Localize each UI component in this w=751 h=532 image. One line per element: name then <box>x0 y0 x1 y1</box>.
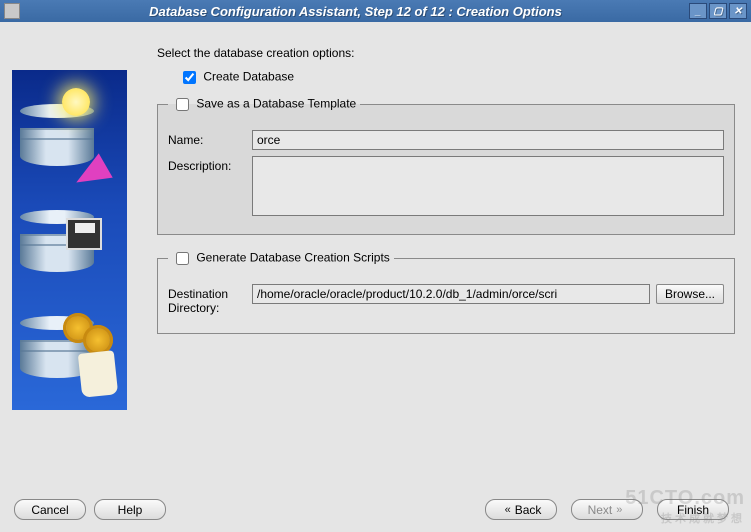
sql-scroll-icon <box>78 350 118 398</box>
window-title: Database Configuration Assistant, Step 1… <box>24 4 687 19</box>
generate-scripts-legend-label: Generate Database Creation Scripts <box>196 251 389 265</box>
minimize-button[interactable]: _ <box>689 3 707 19</box>
save-template-legend-label: Save as a Database Template <box>196 97 356 111</box>
generate-scripts-checkbox[interactable] <box>176 252 189 265</box>
browse-button[interactable]: Browse... <box>656 284 724 304</box>
close-button[interactable]: ✕ <box>729 3 747 19</box>
chevron-right-icon: » <box>616 504 622 516</box>
finish-button[interactable]: Finish <box>657 499 729 520</box>
gear-icon <box>86 328 110 352</box>
save-template-group: Save as a Database Template Name: Descri… <box>157 95 735 235</box>
next-button[interactable]: Next» <box>571 499 643 520</box>
create-database-label: Create Database <box>203 70 294 84</box>
cancel-button[interactable]: Cancel <box>14 499 86 520</box>
template-desc-textarea[interactable] <box>252 156 724 216</box>
floppy-icon <box>66 218 102 250</box>
content-area: Select the database creation options: Cr… <box>0 22 751 467</box>
app-icon <box>4 3 20 19</box>
template-name-input[interactable] <box>252 130 724 150</box>
titlebar: Database Configuration Assistant, Step 1… <box>0 0 751 22</box>
chevron-left-icon: « <box>505 504 511 516</box>
help-button[interactable]: Help <box>94 499 166 520</box>
generate-scripts-legend: Generate Database Creation Scripts <box>168 249 394 268</box>
save-template-checkbox[interactable] <box>176 98 189 111</box>
create-database-checkbox[interactable] <box>183 71 196 84</box>
create-database-option: Create Database <box>179 68 735 87</box>
template-desc-label: Description: <box>168 156 252 173</box>
dest-dir-input[interactable] <box>252 284 650 304</box>
save-template-legend: Save as a Database Template <box>168 95 360 114</box>
maximize-button[interactable]: ▢ <box>709 3 727 19</box>
main-panel: Select the database creation options: Cr… <box>157 46 739 459</box>
generate-scripts-group: Generate Database Creation Scripts Desti… <box>157 249 735 334</box>
footer-bar: Cancel Help «Back Next» Finish <box>0 499 751 520</box>
dest-dir-label: Destination Directory: <box>168 284 252 315</box>
sparkle-icon <box>62 88 90 116</box>
wizard-sidebar-image <box>12 70 127 410</box>
prompt-text: Select the database creation options: <box>157 46 735 60</box>
back-button[interactable]: «Back <box>485 499 557 520</box>
template-name-label: Name: <box>168 130 252 147</box>
